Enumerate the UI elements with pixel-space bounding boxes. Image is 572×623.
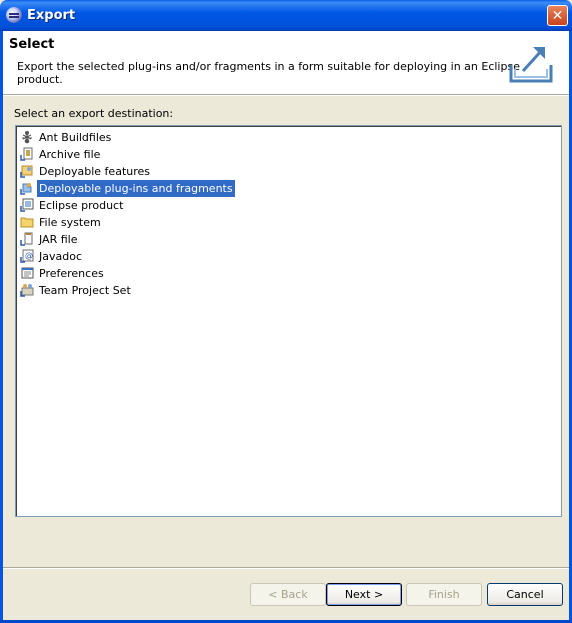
preferences-icon — [21, 267, 34, 279]
page-description: Export the selected plug-ins and/or frag… — [17, 60, 520, 86]
svg-text:@: @ — [25, 251, 33, 260]
list-item-label: File system — [39, 216, 101, 229]
folder-icon — [20, 217, 34, 228]
javadoc-icon: @ — [20, 249, 34, 263]
next-button[interactable]: Next > — [326, 583, 402, 606]
cancel-button[interactable]: Cancel — [487, 583, 563, 606]
window-border-left — [0, 31, 3, 620]
archive-file-icon — [20, 147, 33, 161]
export-destination-list[interactable]: Ant Buildfiles Archive file Deployable f… — [15, 125, 562, 517]
back-button[interactable]: < Back — [250, 583, 326, 606]
list-item-label: Archive file — [39, 148, 101, 161]
export-dialog: Export ✕ Select Export the selected plug… — [0, 0, 572, 623]
header-divider — [3, 95, 569, 96]
eclipse-icon — [6, 7, 22, 23]
wizard-header: Select Export the selected plug-ins and/… — [3, 31, 569, 95]
page-title: Select — [9, 37, 55, 52]
list-item-label: JAR file — [39, 233, 78, 246]
title-bar[interactable]: Export ✕ — [0, 0, 572, 31]
destination-prompt: Select an export destination: — [14, 107, 174, 120]
list-item-label: Eclipse product — [39, 199, 124, 212]
list-item-label: Ant Buildfiles — [39, 131, 112, 144]
close-icon: ✕ — [551, 8, 564, 24]
finish-button[interactable]: Finish — [406, 583, 482, 606]
team-project-set-icon — [20, 284, 34, 297]
ant-icon — [22, 131, 32, 144]
list-item-label: Preferences — [39, 267, 104, 280]
eclipse-product-icon — [20, 198, 34, 212]
jar-file-icon — [20, 232, 33, 246]
close-button[interactable]: ✕ — [547, 5, 568, 26]
list-item-label: Team Project Set — [39, 284, 131, 297]
list-item-label: Javadoc — [39, 250, 82, 263]
button-bar-divider — [3, 567, 569, 568]
plugin-icon — [20, 183, 32, 195]
export-wizard-icon — [509, 47, 553, 83]
window-title: Export — [27, 8, 76, 23]
list-item-label: Deployable plug-ins and fragments — [37, 180, 235, 197]
list-item-label: Deployable features — [39, 165, 151, 178]
deployable-features-icon — [20, 165, 33, 178]
